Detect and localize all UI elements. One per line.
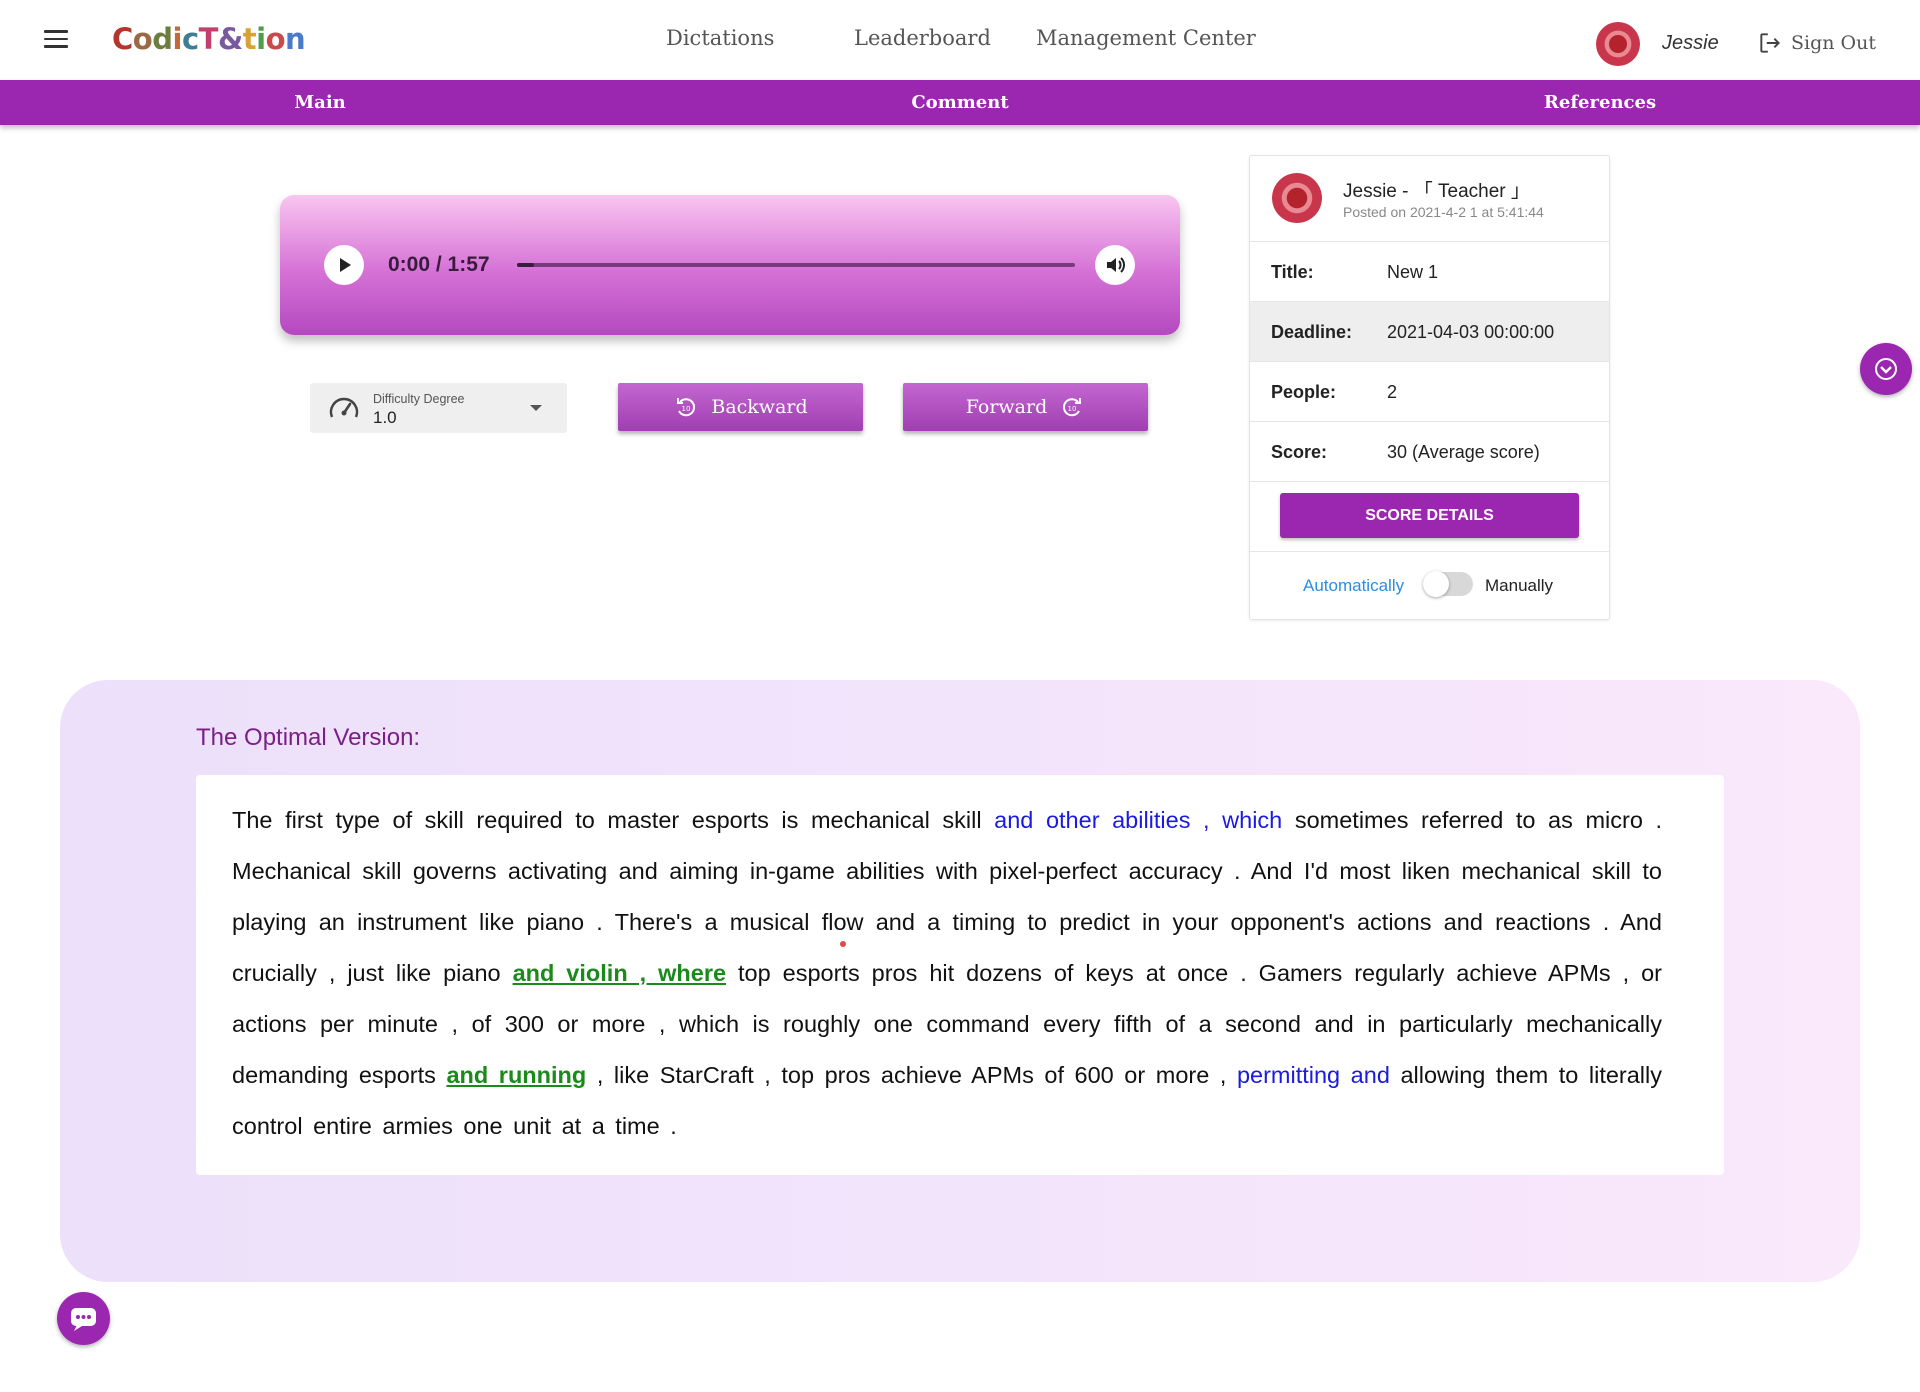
- app-logo[interactable]: CodicT&tion: [112, 22, 306, 56]
- forward-10-icon: 10: [1063, 398, 1082, 417]
- nav-leaderboard[interactable]: Leaderboard: [854, 26, 991, 50]
- dropdown-caret-icon: [530, 405, 542, 411]
- info-row-people: People: 2: [1250, 361, 1609, 421]
- audio-time: 0:00 / 1:57: [388, 253, 490, 276]
- info-row-score: Score: 30 (Average score): [1250, 421, 1609, 481]
- highlighted-text: permitting and: [1236, 1062, 1390, 1088]
- highlighted-text: and other abilities , which: [994, 807, 1283, 833]
- volume-icon: [1107, 257, 1125, 273]
- logo-letter: i: [256, 22, 266, 56]
- tab-main[interactable]: Main: [294, 80, 346, 125]
- optimal-text-box: The first type of skill required to mast…: [196, 775, 1724, 1175]
- logo-letter: d: [152, 22, 173, 56]
- logo-letter: C: [112, 22, 133, 56]
- difficulty-value: 1.0: [373, 408, 397, 427]
- logo-letter: t: [242, 22, 257, 56]
- forward-button[interactable]: Forward 10: [903, 383, 1148, 431]
- author-name: Jessie - 「 Teacher 」: [1343, 181, 1530, 202]
- inserted-text: and violin , where: [512, 960, 727, 986]
- logo-letter: c: [181, 22, 199, 56]
- toggle-knob: [1423, 571, 1449, 597]
- info-key: People:: [1271, 382, 1337, 402]
- info-value: New 1: [1387, 262, 1439, 282]
- tab-comment[interactable]: Comment: [911, 80, 1008, 125]
- sign-out-button[interactable]: Sign Out: [1757, 30, 1876, 56]
- backward-label: Backward: [711, 396, 808, 418]
- posted-date: Posted on 2021-4-2 1 at 5:41:44: [1343, 204, 1544, 220]
- forward-label: Forward: [965, 396, 1048, 418]
- chat-button[interactable]: [57, 1292, 110, 1345]
- dictation-info-card: Jessie - 「 Teacher 」 Posted on 2021-4-2 …: [1249, 155, 1610, 620]
- info-row-title: Title: New 1: [1250, 241, 1609, 301]
- marked-word: flow: [821, 909, 864, 935]
- speedometer-icon: [329, 397, 359, 418]
- info-key: Deadline:: [1271, 322, 1353, 342]
- backward-button[interactable]: 10 Backward: [618, 383, 863, 431]
- menu-icon[interactable]: [44, 30, 68, 50]
- text-segment: , like StarCraft , top pros achieve APMs…: [586, 1062, 1237, 1088]
- info-key: Score:: [1271, 442, 1328, 462]
- audio-player: 0:00 / 1:57: [280, 195, 1180, 335]
- top-navbar: CodicT&tion Dictations Leaderboard Manag…: [0, 0, 1920, 80]
- author-avatar: [1272, 173, 1322, 223]
- tab-bar: Main Comment References: [0, 80, 1920, 125]
- logo-letter: &: [217, 22, 243, 56]
- replay-10-icon: 10: [677, 398, 696, 417]
- logo-letter: i: [172, 22, 183, 56]
- difficulty-select[interactable]: Difficulty Degree 1.0: [310, 383, 567, 433]
- score-details-button[interactable]: SCORE DETAILS: [1280, 493, 1579, 538]
- nav-dictations[interactable]: Dictations: [666, 26, 774, 50]
- user-name[interactable]: Jessie: [1662, 32, 1719, 55]
- sign-out-label: Sign Out: [1791, 32, 1876, 54]
- logo-letter: o: [132, 22, 153, 56]
- logo-letter: n: [285, 22, 306, 56]
- logo-letter: o: [265, 22, 286, 56]
- optimal-text: The first type of skill required to mast…: [232, 795, 1662, 1152]
- optimal-version-panel: The Optimal Version: The first type of s…: [60, 680, 1860, 1282]
- info-value: 2021-04-03 00:00:00: [1387, 322, 1555, 342]
- info-row-deadline: Deadline: 2021-04-03 00:00:00: [1250, 301, 1609, 361]
- logo-letter: T: [198, 22, 219, 56]
- logout-icon: [1760, 33, 1781, 53]
- play-button[interactable]: [324, 245, 364, 285]
- mode-automatically-label[interactable]: Automatically: [1303, 576, 1404, 596]
- scroll-down-button[interactable]: [1860, 343, 1912, 395]
- difficulty-label: Difficulty Degree: [373, 392, 465, 406]
- chat-icon: [71, 1308, 96, 1331]
- inserted-text: and running: [446, 1062, 587, 1088]
- nav-management-center[interactable]: Management Center: [1036, 26, 1256, 50]
- chevron-down-icon: [1875, 358, 1897, 380]
- audio-progress-track[interactable]: [517, 263, 1075, 267]
- info-value: 30 (Average score): [1387, 442, 1540, 462]
- svg-text:10: 10: [1068, 405, 1077, 413]
- mode-manually-label[interactable]: Manually: [1485, 576, 1553, 596]
- audio-progress-fill: [517, 263, 534, 267]
- svg-text:10: 10: [682, 405, 691, 413]
- user-avatar[interactable]: [1596, 22, 1640, 66]
- scoring-mode-toggle[interactable]: [1423, 571, 1473, 597]
- volume-button[interactable]: [1095, 245, 1135, 285]
- tab-references[interactable]: References: [1544, 80, 1656, 125]
- optimal-version-title: The Optimal Version:: [196, 724, 421, 751]
- info-key: Title:: [1271, 262, 1314, 282]
- info-value: 2: [1387, 382, 1398, 402]
- text-segment: The first type of skill required to mast…: [232, 807, 995, 833]
